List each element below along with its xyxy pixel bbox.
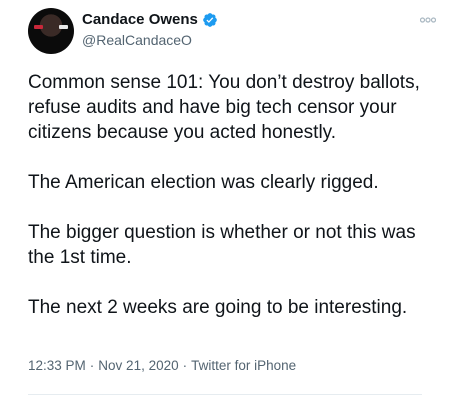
tweet-paragraph: Common sense 101: You don’t destroy ball… — [28, 72, 420, 143]
tweet-paragraph: The American election was clearly rigged… — [28, 172, 379, 193]
separator: · — [89, 358, 95, 373]
tweet-metadata: 12:33 PM · Nov 21, 2020 · Twitter for iPhone — [28, 358, 296, 373]
tweet-paragraph: The next 2 weeks are going to be interes… — [28, 297, 408, 318]
author-name-row: Candace Owens — [82, 10, 218, 29]
author-info: Candace Owens @RealCandaceO — [82, 10, 218, 50]
avatar-detail — [59, 25, 68, 29]
verified-badge-icon — [202, 12, 218, 28]
tweet-text: Common sense 101: You don’t destroy ball… — [28, 70, 438, 320]
tweet-card: Candace Owens @RealCandaceO Common sense… — [0, 0, 450, 405]
tweet-time[interactable]: 12:33 PM — [28, 358, 86, 373]
avatar-detail — [34, 25, 43, 29]
divider — [28, 394, 422, 395]
tweet-date[interactable]: Nov 21, 2020 — [98, 358, 178, 373]
more-options-icon[interactable] — [419, 14, 437, 26]
separator: · — [182, 358, 188, 373]
tweet-source[interactable]: Twitter for iPhone — [191, 358, 296, 373]
author-display-name[interactable]: Candace Owens — [82, 10, 198, 29]
tweet-paragraph: The bigger question is whether or not th… — [28, 222, 416, 268]
author-handle[interactable]: @RealCandaceO — [82, 30, 218, 50]
avatar[interactable] — [28, 8, 74, 54]
